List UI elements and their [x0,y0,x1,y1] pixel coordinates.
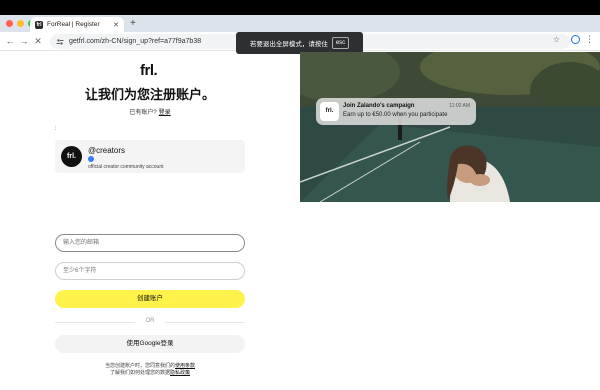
verified-badge-icon [88,156,94,162]
create-account-button[interactable]: 创建账户 [55,290,245,308]
or-separator: OR [145,318,155,324]
esc-key-badge: esc [331,37,350,49]
legal-notice: 当您创建账户时，您同意我们的使用条款 了解我们如何处理您的数据隐私政策 [55,363,245,377]
have-account-text: 已有账户? [129,110,157,116]
page-title: 让我们为您注册账户。 [84,87,215,102]
login-link[interactable]: 登录 [159,110,171,116]
favicon-icon: frl [35,20,43,29]
forward-arrow-icon[interactable]: → [18,35,30,48]
notification-time: 11:02 AM [449,103,470,109]
avatar: frl. [61,146,82,167]
legal-line-1: 当您创建账户时，您同意我们的使用条款 [55,363,245,370]
password-field[interactable] [55,262,245,280]
referrer-handle: @creators [88,146,126,155]
google-signin-button[interactable]: 使用Google登录 [55,335,245,353]
legal-line-2: 了解我们如何处理您的数据隐私政策 [55,370,245,377]
bookmark-star-icon[interactable]: ☆ [553,35,560,44]
fullscreen-exit-text: 若要退出全屏模式，请按住 [249,41,328,48]
url-text: getfrl.com/zh-CN/sign_up?ref=a77f9a7b38 [69,38,202,45]
legal-text-2: 了解我们如何处理您的数据 [109,370,170,376]
close-window-dot[interactable] [6,20,13,27]
notification-title: Join Zalando's campaign [343,103,415,109]
tennis-court-photo [300,52,600,202]
tab-forreal-register[interactable]: frl ForReal | Register ✕ [30,17,124,32]
fullscreen-exit-toast: 若要退出全屏模式，请按住 esc [236,32,363,54]
back-arrow-icon[interactable]: ← [4,35,16,48]
site-info-icon[interactable] [56,38,64,46]
legal-text-1: 当您创建账户时，您同意我们的 [104,363,175,369]
stop-loading-icon[interactable]: ✕ [32,35,44,48]
divider-right [165,322,245,323]
minimize-window-dot[interactable] [17,20,24,27]
referrer-card: frl. @creators official creator communit… [55,140,245,173]
login-prompt: 已有账户? 登录 [50,107,250,116]
terms-link[interactable]: 使用条款 [175,363,195,369]
notification-body: Earn up to €50.00 when you participate [343,112,448,118]
top-black-bar [0,0,600,15]
close-tab-icon[interactable]: ✕ [113,21,119,29]
tab-strip: frl ForReal | Register ✕ + [0,15,600,32]
frl-logo: frl. [140,62,158,79]
campaign-notification[interactable]: frl. Join Zalando's campaign 11:02 AM Ea… [316,98,476,125]
tab-title: ForReal | Register [47,21,100,28]
referrer-description: official creator community account [88,164,164,170]
new-tab-button[interactable]: + [130,17,136,30]
profile-icon[interactable] [571,35,580,44]
referrer-label: : [55,126,57,132]
privacy-link[interactable]: 隐私政策 [170,370,190,376]
email-field[interactable] [55,234,245,252]
frl-app-icon: frl. [320,102,339,121]
browser-menu-icon[interactable]: ⋮ [585,34,594,45]
promo-photo [300,52,600,202]
